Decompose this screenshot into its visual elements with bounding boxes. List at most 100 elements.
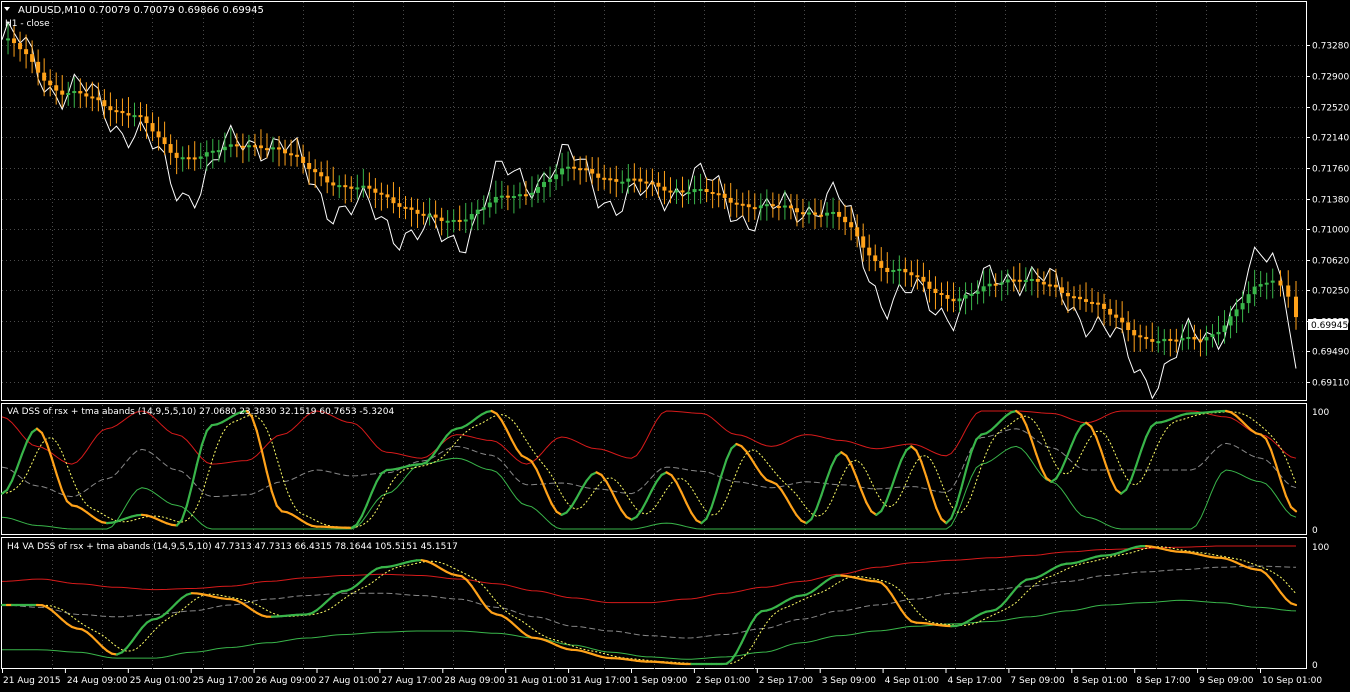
bear-candle-body — [42, 73, 46, 81]
bear-candle-body — [681, 190, 685, 192]
bull-candle-body — [891, 270, 895, 272]
bear-candle-body — [367, 186, 371, 189]
bear-candle-body — [241, 146, 245, 148]
bear-candle-body — [668, 191, 672, 193]
bear-candle-body — [163, 137, 167, 144]
bear-candle-body — [711, 192, 715, 194]
bull-candle-body — [759, 205, 763, 208]
va-dss-axis-label: 0 — [1312, 526, 1318, 536]
bull-candle-body — [1006, 279, 1010, 282]
time-axis-label: 24 Aug 09:00 — [67, 676, 128, 686]
bear-candle-body — [259, 145, 263, 148]
bull-candle-body — [970, 294, 974, 296]
time-axis-label: 3 Sep 09:00 — [822, 676, 877, 686]
bear-candle-body — [96, 97, 100, 100]
bear-candle-body — [590, 169, 594, 174]
bear-candle-body — [289, 153, 293, 155]
bull-candle-body — [831, 212, 835, 214]
bear-candle-body — [187, 157, 191, 159]
price-axis-label: 0.73280 — [1312, 42, 1349, 52]
bear-candle-body — [48, 81, 52, 86]
bear-candle-body — [638, 179, 642, 182]
bull-candle-body — [355, 187, 359, 189]
bull-candle-body — [536, 187, 540, 193]
bear-candle-body — [54, 85, 58, 90]
bear-candle-body — [319, 172, 323, 176]
bear-candle-body — [169, 144, 173, 153]
bear-candle-body — [403, 207, 407, 209]
bear-candle-body — [1084, 299, 1088, 302]
bear-candle-body — [18, 43, 22, 49]
trading-chart-window[interactable]: 0.732800.729000.725200.721400.717600.713… — [0, 0, 1350, 688]
bull-candle-body — [1204, 337, 1208, 340]
bull-candle-body — [626, 179, 630, 182]
time-axis-label: 4 Sep 01:00 — [885, 676, 940, 686]
bear-candle-body — [789, 206, 793, 209]
bear-candle-body — [909, 272, 913, 275]
time-axis-label: 1 Sep 09:00 — [633, 676, 688, 686]
bull-candle-body — [897, 269, 901, 271]
bear-candle-body — [735, 203, 739, 205]
bear-candle-body — [819, 215, 823, 217]
bear-candle-body — [373, 189, 377, 193]
bull-candle-body — [452, 220, 456, 222]
bear-candle-body — [921, 277, 925, 282]
bear-candle-body — [1294, 297, 1298, 317]
bull-candle-body — [428, 215, 432, 217]
bull-candle-body — [488, 203, 492, 208]
bear-candle-body — [1132, 330, 1136, 335]
bull-candle-body — [72, 91, 76, 93]
bear-candle-body — [873, 255, 877, 261]
bear-candle-body — [1078, 297, 1082, 299]
bear-candle-body — [608, 178, 612, 180]
bear-candle-body — [1012, 279, 1016, 281]
bear-candle-body — [145, 116, 149, 123]
bear-candle-body — [60, 91, 64, 95]
bull-candle-body — [1162, 339, 1166, 341]
bear-candle-body — [952, 299, 956, 301]
bull-candle-body — [693, 189, 697, 192]
bear-candle-body — [1018, 280, 1022, 282]
time-axis-label: 2 Sep 01:00 — [696, 676, 751, 686]
bull-candle-body — [199, 157, 203, 159]
bear-candle-body — [440, 218, 444, 221]
bear-candle-body — [933, 289, 937, 293]
bear-candle-body — [849, 222, 853, 227]
bear-candle-body — [584, 168, 588, 170]
chart-header-text: AUDUSD,M10 0.70079 0.70079 0.69866 0.699… — [18, 5, 264, 16]
h4-va-dss-title: H4 VA DSS of rsx + tma abands (14,9,5,5,… — [7, 542, 458, 552]
bear-candle-body — [632, 179, 636, 181]
bear-candle-body — [801, 212, 805, 214]
bull-candle-body — [1241, 303, 1245, 309]
bear-candle-body — [723, 194, 727, 198]
bull-candle-body — [518, 194, 522, 196]
bull-candle-body — [988, 284, 992, 287]
va-dss-title: VA DSS of rsx + tma abands (14,9,5,5,10)… — [7, 407, 394, 417]
bull-candle-body — [500, 196, 504, 198]
bear-candle-body — [108, 106, 112, 110]
bull-candle-body — [6, 38, 10, 40]
bull-candle-body — [1223, 325, 1227, 331]
bear-candle-body — [193, 157, 197, 159]
chart-canvas[interactable]: 0.732800.729000.725200.721400.717600.713… — [0, 0, 1350, 688]
bear-candle-body — [1060, 287, 1064, 293]
current-price-text: 0.69945 — [1311, 321, 1348, 331]
bear-candle-body — [506, 196, 510, 198]
bear-candle-body — [1174, 340, 1178, 342]
bear-candle-body — [126, 113, 130, 115]
bull-candle-body — [976, 291, 980, 293]
bear-candle-body — [84, 93, 88, 96]
bull-candle-body — [1030, 279, 1034, 281]
bear-candle-body — [1036, 279, 1040, 282]
bear-candle-body — [1108, 309, 1112, 315]
bear-candle-body — [78, 91, 82, 93]
bear-candle-body — [313, 169, 317, 172]
bear-candle-body — [422, 214, 426, 216]
time-axis-label: 27 Aug 17:00 — [381, 676, 442, 686]
bear-candle-body — [662, 187, 666, 191]
bear-candle-body — [879, 261, 883, 268]
bull-candle-body — [1265, 283, 1269, 285]
bull-candle-body — [783, 206, 787, 208]
time-axis-label: 25 Aug 01:00 — [130, 676, 191, 686]
bull-candle-body — [566, 167, 570, 169]
